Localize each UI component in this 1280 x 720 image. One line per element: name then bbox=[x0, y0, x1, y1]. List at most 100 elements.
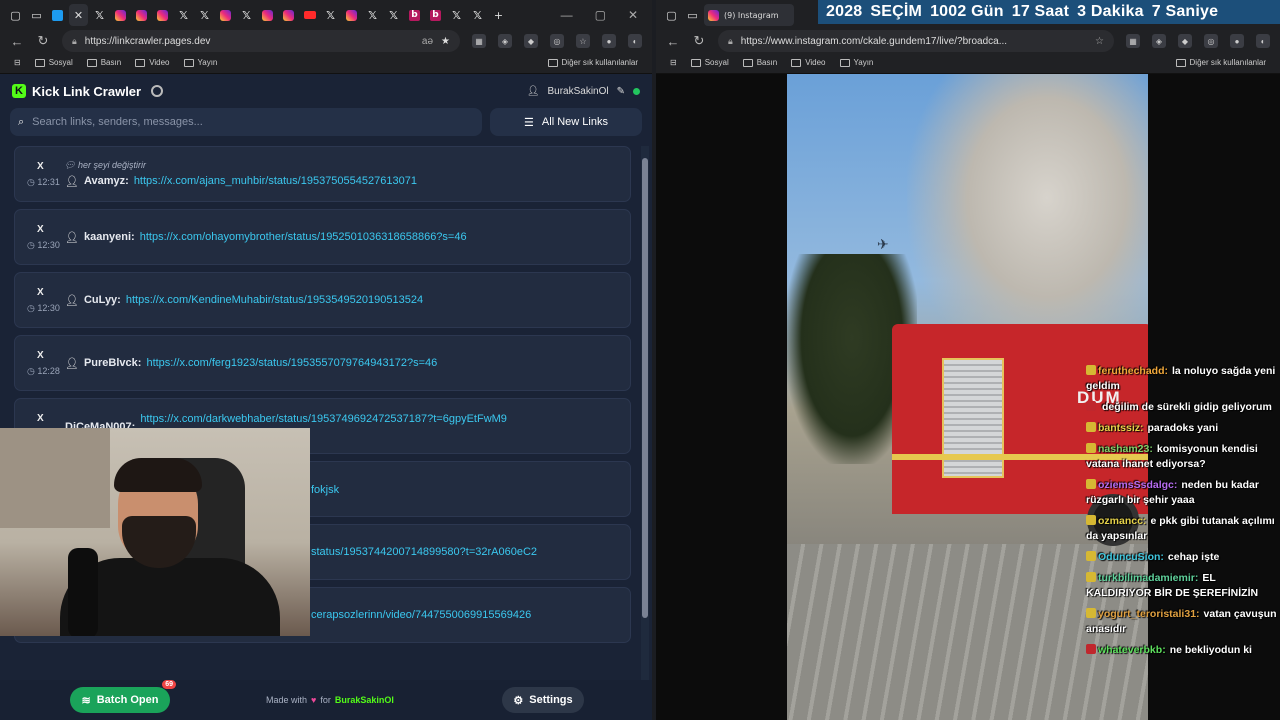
workspaces-icon[interactable]: ▢ bbox=[662, 4, 681, 26]
bookmark-folder[interactable]: Sosyal bbox=[690, 58, 729, 67]
search-input[interactable] bbox=[32, 116, 474, 128]
chat-username[interactable]: feruthechadd: bbox=[1098, 365, 1168, 377]
timestamp: ◷ 12:31 bbox=[27, 177, 60, 187]
settings-button[interactable]: ⚙ Settings bbox=[502, 687, 584, 713]
favorite-star-icon[interactable]: ★ bbox=[441, 36, 450, 47]
tab-bh[interactable]: b bbox=[405, 4, 424, 26]
extension-icon[interactable]: ◆ bbox=[524, 34, 538, 48]
bookmark-folder[interactable]: Yayın bbox=[839, 58, 873, 67]
tab-instagram[interactable] bbox=[111, 4, 130, 26]
tab-instagram[interactable] bbox=[279, 4, 298, 26]
bookmarks-toggle-icon[interactable]: ⊟ bbox=[14, 58, 21, 67]
link-url[interactable]: https://x.com/KendineMuhabir/status/1953… bbox=[126, 294, 423, 307]
close-icon[interactable]: ✕ bbox=[628, 8, 638, 22]
back-icon[interactable]: ← bbox=[10, 34, 24, 49]
x-source-icon: X bbox=[37, 161, 44, 172]
profile-avatar[interactable]: ● bbox=[602, 34, 616, 48]
copilot-icon[interactable]: ◐ bbox=[628, 34, 642, 48]
bookmarks-toggle-icon[interactable]: ⊟ bbox=[670, 58, 677, 67]
tab-active-linkcrawler[interactable]: ✕ bbox=[69, 4, 88, 26]
tab-instagram[interactable] bbox=[153, 4, 172, 26]
read-aloud-icon[interactable]: aə bbox=[422, 36, 433, 47]
workspaces-icon[interactable]: ▢ bbox=[6, 4, 25, 26]
chat-username[interactable]: nasham23: bbox=[1098, 443, 1153, 455]
user-icon: 👤︎ bbox=[65, 358, 79, 370]
other-bookmarks-folder[interactable]: Diğer sık kullanılanlar bbox=[1175, 58, 1266, 67]
link-row[interactable]: X ◷ 12:30 👤︎ CuLyy: https://x.com/KendineM… bbox=[14, 272, 631, 328]
tab-instagram[interactable] bbox=[342, 4, 361, 26]
chat-username[interactable]: whateverbkb: bbox=[1098, 644, 1166, 656]
app-header: K Kick Link Crawler 👤︎ BurakSakinOl ✎ bbox=[0, 74, 652, 108]
tab-actions-icon[interactable]: ▭ bbox=[27, 4, 46, 26]
reload-icon[interactable]: ↻ bbox=[692, 33, 706, 49]
tab-x[interactable]: 𝕏 bbox=[90, 4, 109, 26]
link-row[interactable]: X ◷ 12:31 💬︎ her şeyi değiştirir 👤︎ Avamy… bbox=[14, 146, 631, 202]
extension-icon[interactable]: ◎ bbox=[550, 34, 564, 48]
profile-avatar[interactable]: ● bbox=[1230, 34, 1244, 48]
scrollbar-thumb[interactable] bbox=[642, 158, 648, 618]
tab-youtube[interactable] bbox=[300, 4, 319, 26]
chat-username[interactable]: yogurt_teroristali31: bbox=[1098, 608, 1200, 620]
other-bookmarks-folder[interactable]: Diğer sık kullanılanlar bbox=[547, 58, 638, 67]
tab-instagram[interactable] bbox=[216, 4, 235, 26]
favorite-star-icon[interactable]: ☆ bbox=[1095, 36, 1104, 47]
extension-icon[interactable]: ◎ bbox=[1204, 34, 1218, 48]
extension-icon[interactable]: ◆ bbox=[1178, 34, 1192, 48]
link-url[interactable]: fokjsk bbox=[311, 484, 339, 496]
tab-x[interactable]: 𝕏 bbox=[468, 4, 487, 26]
extension-icon[interactable]: ▦ bbox=[472, 34, 486, 48]
tab-x[interactable]: 𝕏 bbox=[195, 4, 214, 26]
live-video-area: ✈ DUM feruthechadd: la noluyo sağda yeni … bbox=[656, 74, 1280, 720]
minimize-icon[interactable]: — bbox=[561, 8, 573, 22]
edit-pencil-icon[interactable]: ✎ bbox=[617, 86, 625, 97]
back-icon[interactable]: ← bbox=[666, 34, 680, 49]
reload-icon[interactable]: ↻ bbox=[36, 33, 50, 49]
tab-bh[interactable]: b bbox=[426, 4, 445, 26]
bookmark-folder[interactable]: Video bbox=[791, 58, 826, 67]
new-tab-icon[interactable]: + bbox=[489, 4, 508, 26]
tab-actions-icon[interactable]: ▭ bbox=[683, 4, 702, 26]
chat-username[interactable]: bantssiz: bbox=[1098, 422, 1144, 434]
link-url[interactable]: status/1953744200714899580?t=32rA060eC2 bbox=[311, 546, 537, 558]
copilot-icon[interactable]: ◐ bbox=[1256, 34, 1270, 48]
tab-x[interactable]: 𝕏 bbox=[363, 4, 382, 26]
tab-instagram[interactable] bbox=[132, 4, 151, 26]
tab-x[interactable]: 𝕏 bbox=[237, 4, 256, 26]
extension-icon[interactable]: ▦ bbox=[1126, 34, 1140, 48]
tab-x[interactable]: 𝕏 bbox=[174, 4, 193, 26]
filter-dropdown[interactable]: ☰ All New Links bbox=[490, 108, 642, 136]
bookmark-folder[interactable]: Basın bbox=[742, 58, 777, 67]
extension-icon[interactable]: ◈ bbox=[1152, 34, 1166, 48]
favorites-icon[interactable]: ☆ bbox=[576, 34, 590, 48]
link-row[interactable]: X ◷ 12:30 👤︎ kaanyeni: https://x.com/ohayo… bbox=[14, 209, 631, 265]
chat-username[interactable]: OduncuSion: bbox=[1098, 551, 1164, 563]
link-url[interactable]: https://x.com/ohayomybrother/status/1952… bbox=[140, 231, 467, 244]
link-row[interactable]: X ◷ 12:28 👤︎ PureBlvck: https://x.com/ferg… bbox=[14, 335, 631, 391]
bookmark-folder[interactable]: Basın bbox=[86, 58, 121, 67]
tab-x[interactable]: 𝕏 bbox=[447, 4, 466, 26]
address-bar[interactable]: 🔒︎ https://linkcrawler.pages.dev aə ★ bbox=[62, 30, 460, 52]
chat-username[interactable]: oziemsSsdalgc: bbox=[1098, 479, 1177, 491]
tab-x[interactable]: 𝕏 bbox=[321, 4, 340, 26]
list-scrollbar[interactable] bbox=[641, 146, 649, 686]
chat-username[interactable]: ozmancc: bbox=[1098, 515, 1146, 527]
tab-x[interactable]: 𝕏 bbox=[384, 4, 403, 26]
tab-active-instagram[interactable]: (9) Instagram bbox=[704, 4, 794, 26]
tab-instagram[interactable] bbox=[258, 4, 277, 26]
bookmark-folder[interactable]: Sosyal bbox=[34, 58, 73, 67]
extension-icon[interactable]: ◈ bbox=[498, 34, 512, 48]
batch-open-button[interactable]: ≋ Batch Open 69 bbox=[70, 680, 176, 713]
address-bar[interactable]: 🔒︎ https://www.instagram.com/ckale.gunde… bbox=[718, 30, 1114, 52]
chat-message: feruthechadd: la noluyo sağda yeni geldim bbox=[1086, 364, 1278, 394]
chat-message: turkbilimadamiemir: EL KALDIRIYOR BİR DE … bbox=[1086, 571, 1278, 601]
chat-badge-icon bbox=[1086, 443, 1096, 453]
chat-username[interactable]: turkbilimadamiemir: bbox=[1098, 572, 1198, 584]
github-icon[interactable] bbox=[151, 85, 164, 97]
link-url[interactable]: https://x.com/ajans_muhbir/status/195375… bbox=[134, 175, 417, 188]
link-url[interactable]: https://x.com/ferg1923/status/1953557079… bbox=[146, 357, 437, 370]
bookmark-folder[interactable]: Video bbox=[135, 58, 170, 67]
maximize-icon[interactable]: ▢ bbox=[595, 8, 606, 22]
bookmark-folder[interactable]: Yayın bbox=[183, 58, 217, 67]
link-url[interactable]: cerapsozlerinn/video/7447550069915569426 bbox=[311, 609, 531, 621]
tab-bluesky[interactable] bbox=[48, 4, 67, 26]
